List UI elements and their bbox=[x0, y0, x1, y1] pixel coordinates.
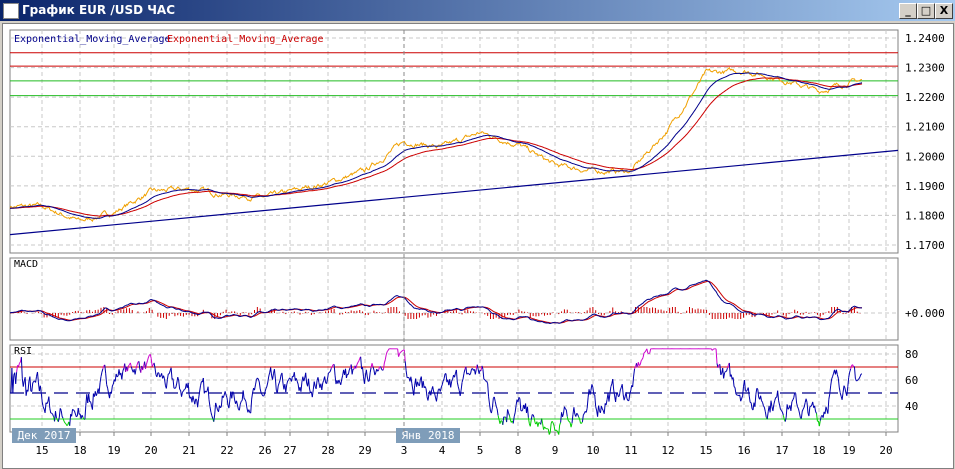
rsi-segment bbox=[328, 371, 330, 374]
x-tick-label: 27 bbox=[283, 444, 296, 457]
x-tick-label: 12 bbox=[661, 444, 674, 457]
rsi-segment bbox=[616, 392, 618, 394]
price-tick-label: 1.1900 bbox=[905, 180, 945, 193]
x-tick-label: 11 bbox=[624, 444, 637, 457]
price-tick-label: 1.2300 bbox=[905, 62, 945, 75]
chart-canvas[interactable]: 15 18 19 20 21 22 26 27 28 29 3 4 5 8 9 10 11 12 15 16 17 18 1… bbox=[0, 0, 955, 469]
x-tick-label: 20 bbox=[879, 444, 892, 457]
price-tick-label: 1.2200 bbox=[905, 91, 945, 104]
x-tick-label: 26 bbox=[258, 444, 271, 457]
rsi-segment bbox=[73, 409, 75, 412]
rsi-tick-label: 60 bbox=[905, 374, 918, 387]
x-tick-label: 15 bbox=[35, 444, 48, 457]
price-tick-label: 1.1700 bbox=[905, 239, 945, 252]
pane-1 bbox=[9, 257, 899, 341]
x-tick-label: 9 bbox=[552, 444, 559, 457]
x-tick-label: 3 bbox=[401, 444, 408, 457]
rsi-tick-label: 40 bbox=[905, 400, 918, 413]
rsi-segment bbox=[382, 369, 384, 371]
rsi-segment bbox=[257, 377, 259, 380]
x-tick-label: 21 bbox=[182, 444, 195, 457]
rsi-segment bbox=[466, 372, 469, 375]
rsi-segment bbox=[567, 420, 570, 422]
x-tick-label: 5 bbox=[477, 444, 484, 457]
rsi-segment bbox=[568, 421, 571, 423]
x-tick-label: 15 bbox=[699, 444, 712, 457]
rsi-segment bbox=[554, 429, 557, 432]
x-tick-label: 20 bbox=[144, 444, 157, 457]
rsi-segment bbox=[289, 377, 291, 380]
x-tick-label: 19 bbox=[842, 444, 855, 457]
x-tick-label: 18 bbox=[73, 444, 86, 457]
x-tick-label: 28 bbox=[321, 444, 334, 457]
rsi-segment bbox=[787, 407, 790, 410]
rsi-segment bbox=[76, 415, 78, 418]
x-tick-label: 22 bbox=[220, 444, 233, 457]
rsi-segment bbox=[712, 348, 715, 350]
rsi-segment bbox=[780, 409, 782, 411]
x-tick-label: 18 bbox=[812, 444, 825, 457]
price-tick-label: 1.2100 bbox=[905, 121, 945, 134]
rsi-segment bbox=[545, 427, 547, 430]
rsi-segment bbox=[243, 398, 246, 400]
rsi-segment bbox=[174, 387, 177, 389]
legend-ema-slow: Exponential_Moving_Average bbox=[167, 34, 324, 45]
rsi-tick-label: 80 bbox=[905, 348, 918, 361]
x-tick-label: 8 bbox=[515, 444, 522, 457]
rsi-segment bbox=[128, 364, 130, 367]
period-label: Дек 2017 bbox=[18, 429, 71, 442]
rsi-segment bbox=[182, 390, 184, 393]
period-label: Янв 2018 bbox=[402, 429, 455, 442]
x-tick-label: 4 bbox=[439, 444, 446, 457]
rsi-segment bbox=[638, 364, 641, 366]
x-tick-label: 19 bbox=[107, 444, 120, 457]
x-tick-label: 16 bbox=[737, 444, 750, 457]
x-tick-label: 10 bbox=[586, 444, 599, 457]
macd-label: MACD bbox=[14, 259, 39, 270]
price-tick-label: 1.2400 bbox=[905, 32, 945, 45]
rsi-segment bbox=[618, 395, 620, 398]
rsi-segment bbox=[64, 422, 67, 425]
rsi-label: RSI bbox=[14, 346, 33, 357]
rsi-segment bbox=[756, 387, 759, 390]
rsi-segment bbox=[857, 378, 860, 380]
rsi-segment bbox=[66, 424, 69, 427]
pane-0 bbox=[9, 29, 899, 254]
rsi-segment bbox=[240, 400, 243, 402]
price-tick-label: 1.1800 bbox=[905, 209, 945, 222]
rsi-segment bbox=[711, 349, 714, 351]
macd-tick-label: +0.000 bbox=[905, 307, 945, 320]
legend-ema-fast: Exponential_Moving_Average bbox=[14, 34, 171, 45]
x-tick-label: 17 bbox=[775, 444, 788, 457]
x-tick-label: 29 bbox=[358, 444, 371, 457]
rsi-segment bbox=[72, 408, 74, 411]
rsi-segment bbox=[794, 392, 796, 394]
rsi-segment bbox=[564, 408, 567, 411]
price-tick-label: 1.2000 bbox=[905, 150, 945, 163]
rsi-segment bbox=[116, 375, 119, 378]
rsi-segment bbox=[287, 379, 289, 382]
rsi-segment bbox=[643, 351, 646, 354]
